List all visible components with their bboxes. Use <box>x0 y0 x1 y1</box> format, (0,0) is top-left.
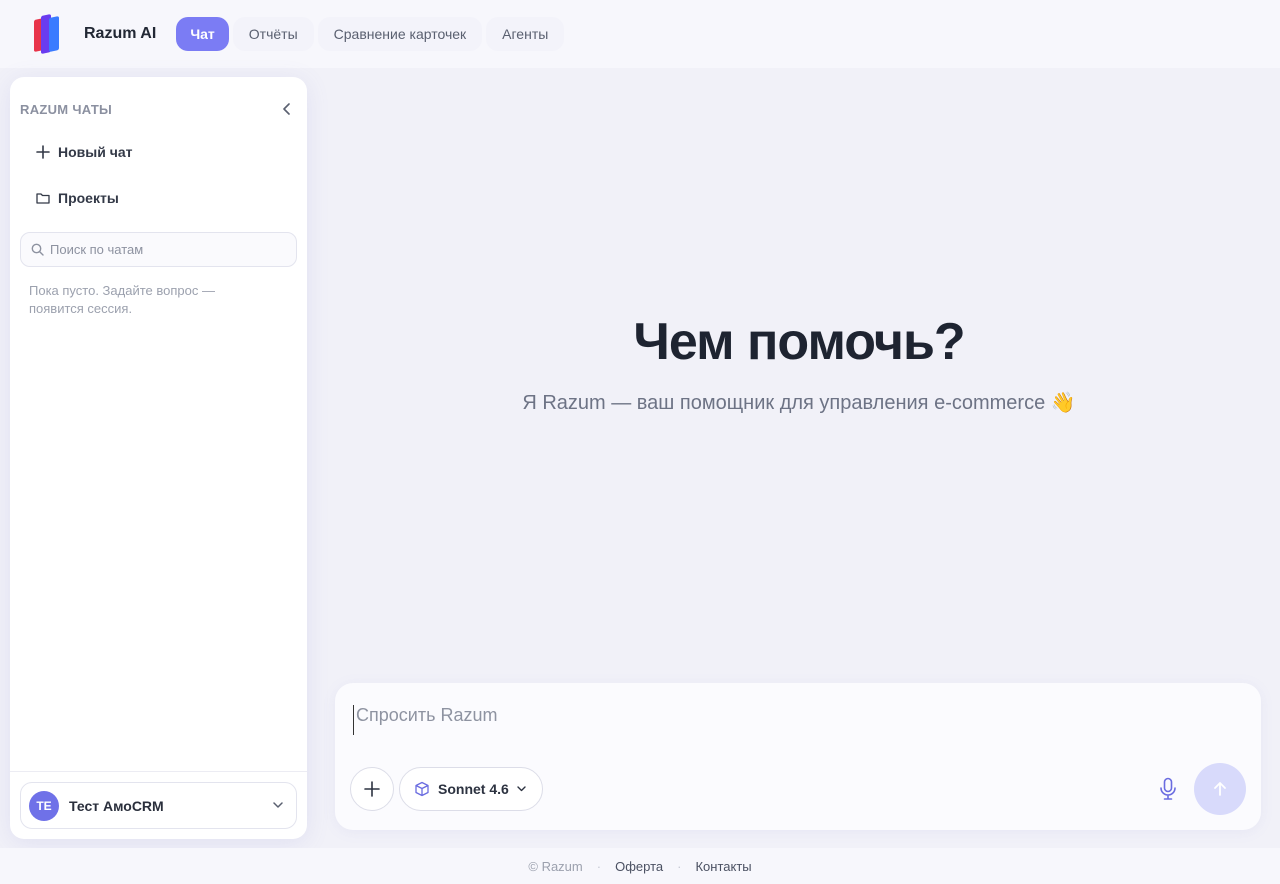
voice-input-button[interactable] <box>1155 775 1181 803</box>
empty-sessions-text: Пока пусто. Задайте вопрос — появится се… <box>29 283 215 316</box>
projects-button[interactable]: Проекты <box>34 189 119 207</box>
plus-icon <box>34 143 52 161</box>
footer-separator: · <box>677 858 682 874</box>
cube-icon <box>415 781 429 797</box>
chevron-down-icon <box>268 796 288 816</box>
account-switcher[interactable]: TE Тест АмоCRM <box>20 782 297 829</box>
message-composer: Sonnet 4.6 <box>335 683 1261 830</box>
razum-logo-icon[interactable] <box>34 13 62 55</box>
avatar: TE <box>29 790 59 821</box>
page-subtitle: Я Razum — ваш помощник для управления e-… <box>522 392 1076 414</box>
plus-icon <box>364 781 380 797</box>
model-name: Sonnet 4.6 <box>438 781 509 797</box>
tab-chat[interactable]: Чат <box>176 17 229 51</box>
account-name: Тест АмоCRM <box>69 797 164 814</box>
tab-compare-cards[interactable]: Сравнение карточек <box>317 17 483 51</box>
brand-name[interactable]: Razum AI <box>84 25 156 43</box>
copyright-text: © Razum <box>528 858 583 874</box>
arrow-up-icon <box>1214 782 1226 796</box>
offer-link[interactable]: Оферта <box>615 859 663 874</box>
page-footer: © Razum · Оферта · Контакты <box>0 848 1280 884</box>
folder-icon <box>34 189 52 207</box>
attach-button[interactable] <box>350 767 394 811</box>
chevron-down-icon <box>517 786 526 792</box>
projects-label: Проекты <box>58 190 119 206</box>
search-icon <box>31 243 44 256</box>
chats-sidebar: RAZUM ЧАТЫ Новый чат Проекты Пока пусто.… <box>10 77 307 839</box>
footer-separator: · <box>596 858 602 874</box>
new-chat-label: Новый чат <box>58 144 133 160</box>
sidebar-title: RAZUM ЧАТЫ <box>20 101 113 117</box>
tab-agents[interactable]: Агенты <box>486 17 565 51</box>
new-chat-button[interactable]: Новый чат <box>34 143 133 161</box>
send-button[interactable] <box>1194 763 1246 815</box>
message-input[interactable] <box>353 705 1233 735</box>
chat-search-input[interactable] <box>50 242 280 257</box>
top-navigation-bar: Razum AI Чат Отчёты Сравнение карточек А… <box>0 0 1280 68</box>
chat-search-box <box>20 232 297 267</box>
contacts-link[interactable]: Контакты <box>695 859 751 874</box>
chevron-left-icon <box>283 103 290 115</box>
microphone-icon <box>1160 777 1176 800</box>
collapse-sidebar-button[interactable] <box>277 99 297 119</box>
sidebar-divider <box>10 771 307 772</box>
tab-reports[interactable]: Отчёты <box>232 17 314 51</box>
sidebar-header: RAZUM ЧАТЫ <box>20 99 297 119</box>
model-selector[interactable]: Sonnet 4.6 <box>399 767 543 811</box>
page-title: Чем помочь? <box>633 313 965 371</box>
